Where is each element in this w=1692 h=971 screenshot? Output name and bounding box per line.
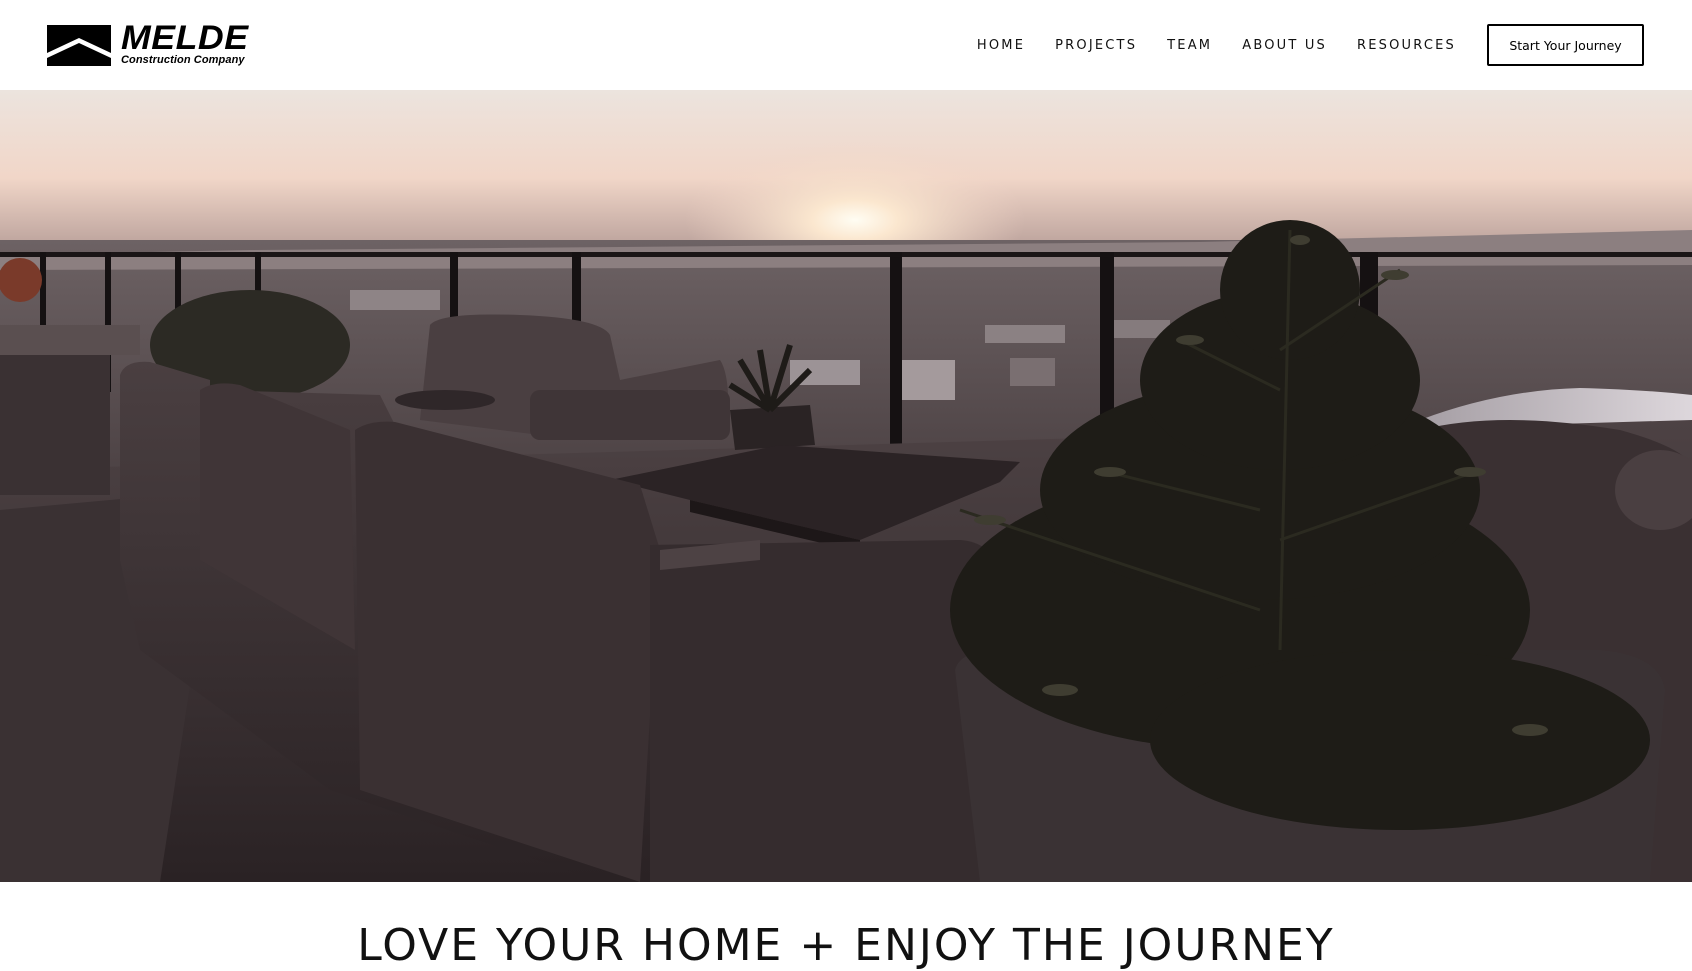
site-header: MELDE Construction Company HOME PROJECTS… bbox=[0, 0, 1692, 90]
nav-link-projects[interactable]: PROJECTS bbox=[1055, 38, 1137, 53]
logo-name: MELDE bbox=[121, 19, 249, 57]
nav-links: HOME PROJECTS TEAM ABOUT US RESOURCES bbox=[977, 38, 1456, 53]
nav-link-team[interactable]: TEAM bbox=[1167, 38, 1212, 53]
logo[interactable]: MELDE Construction Company bbox=[47, 21, 248, 66]
page: MELDE Construction Company HOME PROJECTS… bbox=[0, 0, 1692, 971]
nav-link-about-us[interactable]: ABOUT US bbox=[1242, 38, 1327, 53]
nav-link-home[interactable]: HOME bbox=[977, 38, 1025, 53]
hero-headline: LOVE YOUR HOME + ENJOY THE JOURNEY bbox=[357, 920, 1335, 971]
main-nav: HOME PROJECTS TEAM ABOUT US RESOURCES St… bbox=[977, 24, 1644, 66]
logo-text: MELDE Construction Company bbox=[121, 21, 248, 66]
hero-image bbox=[0, 90, 1692, 882]
nav-link-resources[interactable]: RESOURCES bbox=[1357, 38, 1456, 53]
hero-rooftop-scene bbox=[0, 90, 1692, 882]
start-journey-button[interactable]: Start Your Journey bbox=[1487, 24, 1644, 66]
logo-roof-icon bbox=[47, 24, 111, 66]
